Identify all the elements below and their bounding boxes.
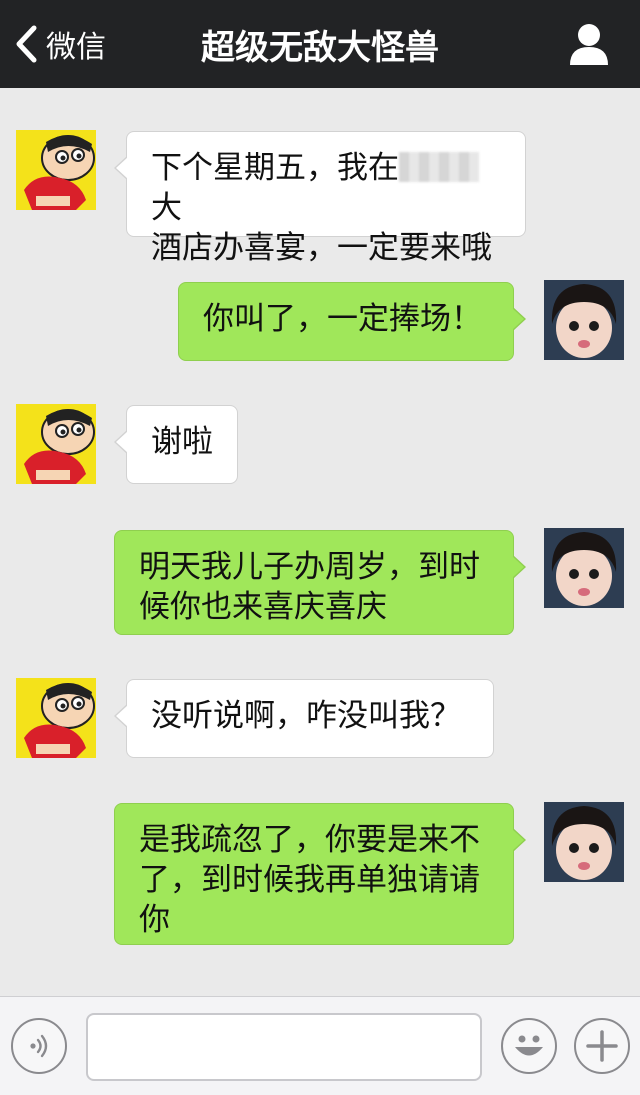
message-text: 你叫了，一定捧场！ xyxy=(203,301,482,337)
message-input[interactable] xyxy=(86,1013,482,1081)
emoji-button[interactable] xyxy=(501,1018,557,1074)
message-bubble-incoming[interactable]: 没听说啊，咋没叫我？ xyxy=(114,679,494,758)
message-bubble-outgoing[interactable]: 明天我儿子办周岁，到时 候你也来喜庆喜庆 xyxy=(114,530,526,635)
cartoon-boy-avatar xyxy=(16,130,96,210)
my-avatar[interactable] xyxy=(544,528,624,608)
girl-photo-avatar xyxy=(544,280,624,360)
plus-icon xyxy=(586,1030,618,1062)
my-avatar[interactable] xyxy=(544,280,624,360)
message-bubble-incoming[interactable]: 谢啦 xyxy=(114,405,238,484)
message-text: 候你也来喜庆喜庆 xyxy=(139,589,387,625)
smiley-icon xyxy=(515,1035,543,1056)
contact-avatar[interactable] xyxy=(16,678,96,758)
message-text: 明天我儿子办周岁，到时 xyxy=(139,549,480,585)
message-text: 大 xyxy=(151,190,182,226)
redacted-text xyxy=(399,152,479,182)
more-button[interactable] xyxy=(574,1018,630,1074)
message-text: 下个星期五，我在 xyxy=(151,150,399,186)
message-text: 没听说啊，咋没叫我？ xyxy=(151,698,461,734)
back-button[interactable]: 微信 xyxy=(14,22,106,66)
message-text: 你 xyxy=(139,902,170,938)
chat-header: 微信 超级无敌大怪兽 xyxy=(0,0,640,88)
person-icon xyxy=(570,24,608,65)
message-text: 谢啦 xyxy=(151,424,213,460)
input-bar xyxy=(0,996,640,1095)
cartoon-boy-avatar xyxy=(16,404,96,484)
chevron-left-icon xyxy=(16,25,37,63)
back-label: 微信 xyxy=(46,30,106,65)
message-text: 酒店办喜宴，一定要来哦 xyxy=(151,230,492,266)
voice-button[interactable] xyxy=(11,1018,67,1074)
voice-icon xyxy=(30,1034,48,1058)
cartoon-boy-avatar xyxy=(16,678,96,758)
contact-info-button[interactable] xyxy=(568,22,610,66)
message-bubble-incoming[interactable]: 下个星期五，我在大 酒店办喜宴，一定要来哦 xyxy=(114,131,526,266)
contact-avatar[interactable] xyxy=(16,130,96,210)
girl-photo-avatar xyxy=(544,528,624,608)
message-bubble-outgoing[interactable]: 是我疏忽了，你要是来不 了，到时候我再单独请请 你 xyxy=(114,803,526,945)
message-bubble-outgoing[interactable]: 你叫了，一定捧场！ xyxy=(178,282,526,361)
girl-photo-avatar xyxy=(544,802,624,882)
message-text: 是我疏忽了，你要是来不 xyxy=(139,822,480,858)
message-text: 了，到时候我再单独请请 xyxy=(139,862,480,898)
my-avatar[interactable] xyxy=(544,802,624,882)
contact-avatar[interactable] xyxy=(16,404,96,484)
